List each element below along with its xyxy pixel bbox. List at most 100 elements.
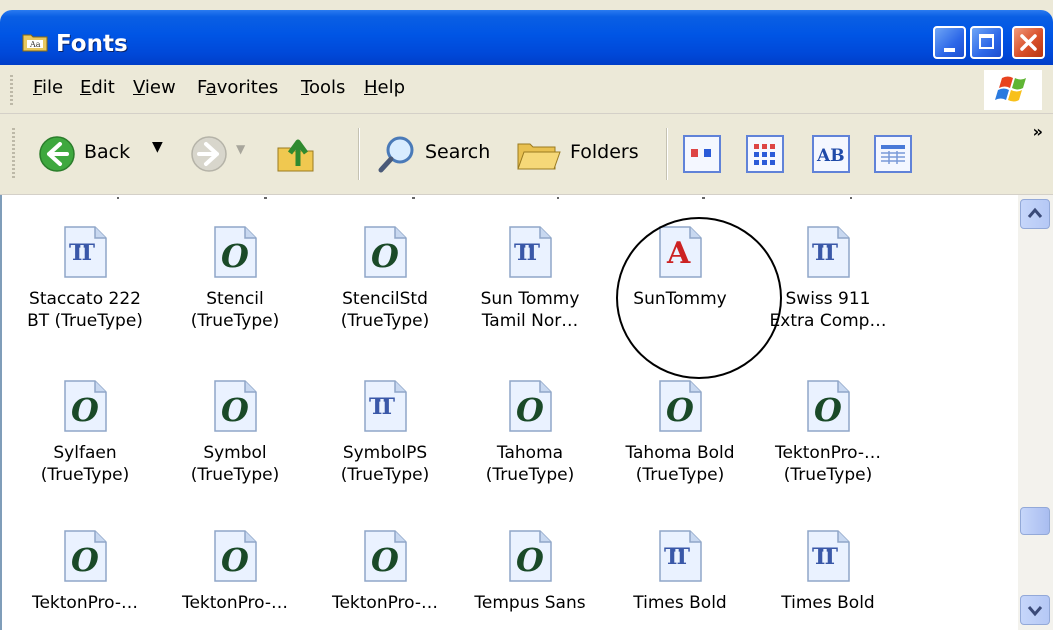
truetype-icon: TT [806,226,850,278]
search-icon[interactable] [376,132,420,176]
cut-off-row-fragments [117,197,852,199]
svg-text:Aa: Aa [29,40,41,49]
back-label[interactable]: Back [84,141,130,163]
forward-dropdown-icon[interactable]: ▼ [236,142,245,156]
scroll-up-button[interactable] [1020,199,1050,229]
font-file-item[interactable]: O Stencil (TrueType) [160,226,310,332]
font-file-item[interactable]: O TektonPro-… [310,530,460,614]
opentype-icon: O [806,380,850,432]
truetype-icon: TT [806,530,850,582]
maximize-button[interactable] [970,26,1003,59]
search-label[interactable]: Search [425,141,490,163]
font-file-name: SymbolPS (TrueType) [340,443,430,485]
font-file-name: Swiss 911 Extra Comp… [769,289,887,331]
font-file-item[interactable]: A SunTommy [605,226,755,310]
font-file-item[interactable]: O TektonPro-… [160,530,310,614]
menu-view[interactable]: View [133,77,176,98]
font-file-name: TektonPro-… [331,593,439,613]
truetype-icon: TT [508,226,552,278]
opentype-icon: O [363,226,407,278]
menu-bar: File Edit View Favorites Tools Help [0,65,1053,114]
large-icons-view-icon [691,149,711,157]
forward-arrow-icon[interactable] [190,135,228,173]
view-list-button[interactable] [746,135,784,173]
font-file-name: Tahoma Bold (TrueType) [625,443,735,485]
font-file-item[interactable]: O Tahoma Bold (TrueType) [605,380,755,486]
back-arrow-icon[interactable] [38,135,76,173]
font-file-name: TektonPro-… [31,593,139,613]
truetype-icon: TT [363,380,407,432]
scrollbar-thumb[interactable] [1020,507,1050,535]
folders-icon[interactable] [516,134,564,174]
font-file-item[interactable]: O Tempus Sans [455,530,605,614]
view-ab-button[interactable]: AB [812,135,850,173]
arrow-up-icon [1027,207,1043,218]
font-file-item[interactable]: TT Swiss 911 Extra Comp… [753,226,903,332]
view-thumbnails-button[interactable] [683,135,721,173]
close-icon [1020,34,1037,51]
menu-grip[interactable] [10,75,13,105]
font-file-name: Symbol (TrueType) [190,443,280,485]
font-file-item[interactable]: TT Times Bold [753,530,903,614]
windows-logo [984,70,1042,110]
close-button[interactable] [1012,26,1045,59]
font-file-name: SunTommy [633,289,727,309]
svg-text:AB: AB [816,146,845,166]
raster-font-icon: A [658,226,702,278]
font-file-item[interactable]: O StencilStd (TrueType) [310,226,460,332]
font-file-item[interactable]: TT Staccato 222 BT (TrueType) [10,226,160,332]
tiles-view-icon [754,144,775,165]
font-file-item[interactable]: O TektonPro-… [10,530,160,614]
back-dropdown-icon[interactable]: ▼ [152,139,163,155]
opentype-icon: O [508,380,552,432]
font-file-item[interactable]: O Tahoma (TrueType) [455,380,605,486]
folder-icon: Aa [22,34,48,52]
menu-favorites[interactable]: Favorites [197,77,278,98]
minimize-icon [944,48,955,52]
folders-label[interactable]: Folders [570,141,639,163]
minimize-button[interactable] [933,26,966,59]
toolbar-separator [358,128,360,180]
font-file-name: TektonPro-… [181,593,289,613]
truetype-icon: TT [658,530,702,582]
font-file-name: Sun Tommy Tamil Nor… [480,289,580,331]
details-view-icon [881,145,905,164]
opentype-icon: O [508,530,552,582]
title-bar[interactable]: Aa Fonts [0,10,1053,65]
font-file-name: Times Bold [781,593,875,613]
menu-help[interactable]: Help [364,77,405,98]
font-file-item[interactable]: O TektonPro-… (TrueType) [753,380,903,486]
opentype-icon: O [213,226,257,278]
toolbar-overflow-chevron-icon[interactable]: » [1033,122,1043,141]
toolbar-grip[interactable] [12,128,15,180]
opentype-icon: O [63,530,107,582]
font-file-item[interactable]: O Symbol (TrueType) [160,380,310,486]
font-file-item[interactable]: TT Sun Tommy Tamil Nor… [455,226,605,332]
view-details-button[interactable] [874,135,912,173]
menu-edit[interactable]: Edit [80,77,115,98]
opentype-icon: O [213,380,257,432]
font-file-name: Stencil (TrueType) [190,289,280,331]
fonts-window: Aa Fonts File Edit View Favorites Tools … [0,0,1053,630]
font-file-name: Times Bold [633,593,727,613]
menu-tools[interactable]: Tools [301,77,345,98]
font-file-name: Tempus Sans [474,593,586,613]
font-file-name: Tahoma (TrueType) [485,443,575,485]
font-file-item[interactable]: TT Times Bold [605,530,755,614]
opentype-icon: O [363,530,407,582]
font-file-name: Sylfaen (TrueType) [40,443,130,485]
opentype-icon: O [63,380,107,432]
up-folder-icon[interactable] [274,132,318,176]
scroll-down-button[interactable] [1020,595,1050,625]
menu-file[interactable]: File [33,77,63,98]
windows-flag-icon [995,76,1026,102]
opentype-icon: O [658,380,702,432]
font-file-name: StencilStd (TrueType) [340,289,430,331]
font-file-item[interactable]: TT SymbolPS (TrueType) [310,380,460,486]
truetype-icon: TT [63,226,107,278]
font-file-name: TektonPro-… (TrueType) [774,443,882,485]
list-fonts-by-similarity-icon: AB [816,146,845,166]
font-file-item[interactable]: O Sylfaen (TrueType) [10,380,160,486]
window-title: Fonts [56,31,128,57]
vertical-scrollbar[interactable] [1018,195,1053,630]
